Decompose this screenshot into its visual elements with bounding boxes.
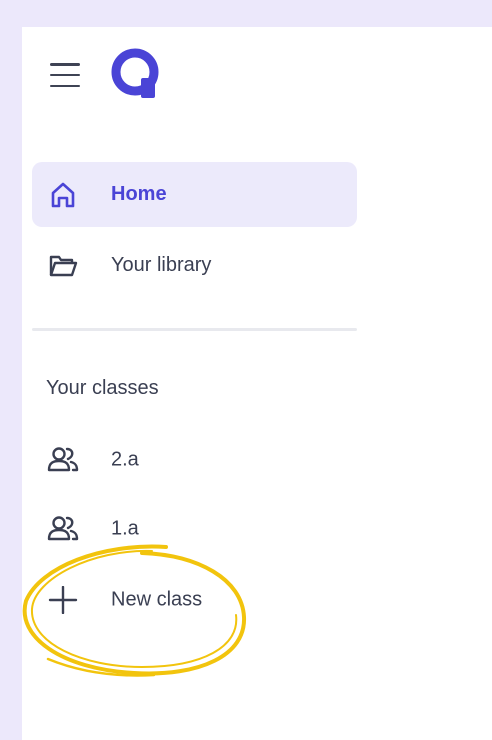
home-icon [51, 182, 75, 207]
class-item-1a[interactable]: 1.a [32, 504, 357, 554]
sidebar-item-home[interactable]: Home [32, 162, 357, 227]
folder-open-icon [49, 255, 78, 276]
users-icon [47, 516, 79, 541]
class-item-2a[interactable]: 2.a [32, 435, 357, 485]
quizizz-logo-icon[interactable] [110, 47, 164, 101]
users-icon [47, 447, 79, 472]
plus-icon [48, 586, 78, 614]
classes-heading: Your classes [46, 377, 159, 399]
new-class-button[interactable]: New class [32, 575, 357, 625]
divider [32, 328, 357, 331]
class-item-label: 1.a [111, 517, 139, 540]
sidebar-panel: Home Your library Your classes 2.a 1.a N… [22, 27, 492, 740]
sidebar-item-label: Your library [111, 254, 212, 276]
hamburger-menu-icon[interactable] [50, 63, 80, 87]
sidebar-item-label: Home [111, 183, 167, 205]
class-item-label: 2.a [111, 448, 139, 471]
sidebar-item-library[interactable]: Your library [32, 233, 357, 298]
new-class-label: New class [111, 588, 203, 611]
